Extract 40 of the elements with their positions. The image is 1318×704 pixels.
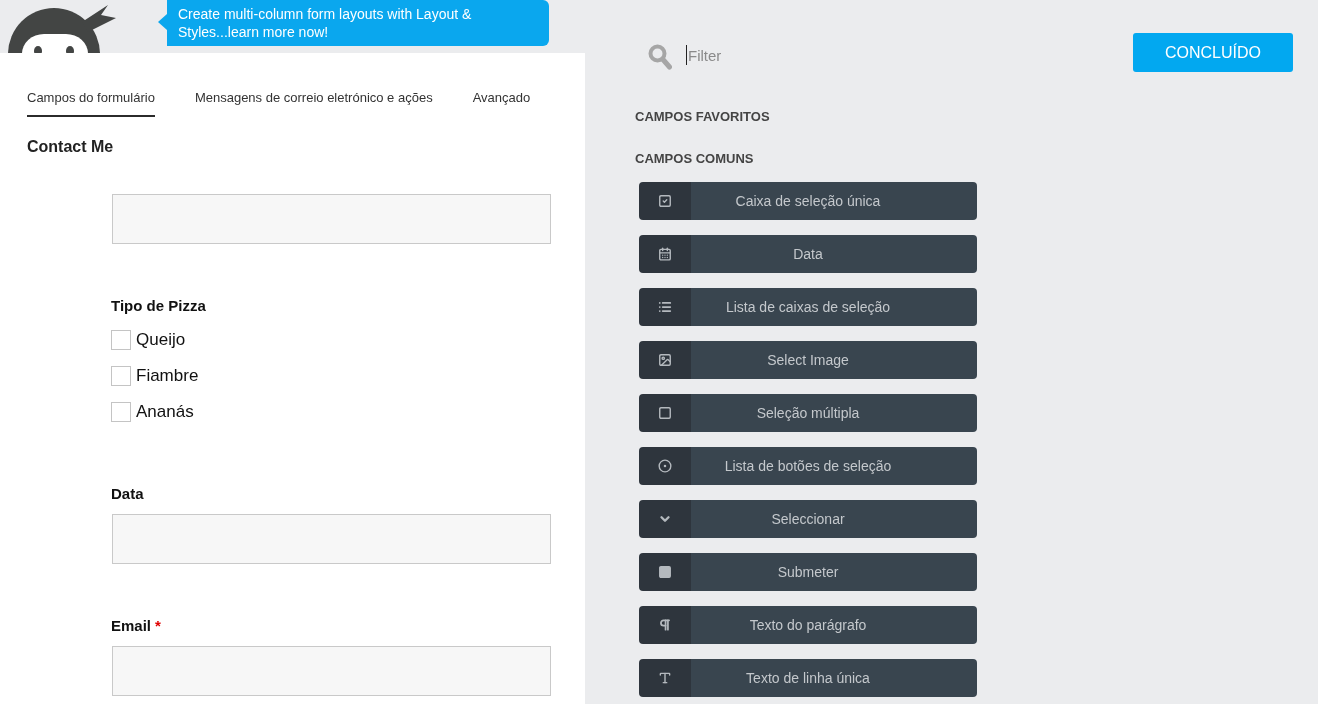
field-type-button[interactable]: Select Image	[639, 341, 977, 379]
section-heading: CAMPOS COMUNS	[635, 151, 755, 167]
text-t-icon	[658, 671, 672, 685]
field-type-button[interactable]: Lista de botões de seleção	[639, 447, 977, 485]
filter-field[interactable]: Filter	[686, 45, 1006, 65]
field-type-button[interactable]: Texto de linha única	[639, 659, 977, 697]
checkbox-label: Ananás	[136, 402, 194, 422]
tab[interactable]: Mensagens de correio eletrónico e ações	[194, 90, 433, 117]
tab[interactable]: Campos do formulário	[27, 90, 155, 117]
search-icon	[648, 44, 672, 70]
list-icon	[658, 300, 672, 314]
text-input[interactable]	[112, 646, 551, 696]
image-icon	[658, 353, 672, 367]
field-type-button[interactable]: Data	[639, 235, 977, 273]
field-label: Tipo de Pizza	[111, 297, 206, 315]
field-label: Data	[111, 485, 144, 503]
form-title: Contact Me	[27, 137, 115, 157]
field-type-button[interactable]: Lista de caixas de seleção	[639, 288, 977, 326]
square-icon	[658, 406, 672, 420]
field-type-button[interactable]: Texto do parágrafo	[639, 606, 977, 644]
checkbox[interactable]	[111, 366, 131, 386]
checkbox-tick-icon	[658, 194, 672, 208]
calendar-icon	[658, 247, 672, 261]
field-type-button[interactable]: Seleccionar	[639, 500, 977, 538]
pilcrow-icon	[658, 618, 672, 632]
field-label: Email	[111, 617, 152, 635]
text-input[interactable]	[112, 514, 551, 564]
section-heading: CAMPOS FAVORITOS	[635, 109, 771, 125]
field-type-button[interactable]: Caixa de seleção única	[639, 182, 977, 220]
required-mark: *	[155, 617, 161, 635]
checkbox[interactable]	[111, 402, 131, 422]
field-type-button[interactable]: Seleção múltipla	[639, 394, 977, 432]
tab[interactable]: Avançado	[472, 90, 531, 117]
checkbox-label: Fiambre	[136, 366, 199, 386]
field-type-button[interactable]: Submeter	[639, 553, 977, 591]
checkbox[interactable]	[111, 330, 131, 350]
circle-dot-icon	[658, 459, 672, 473]
text-input[interactable]	[112, 194, 551, 244]
filled-square-icon	[658, 565, 672, 579]
checkbox-label: Queijo	[136, 330, 186, 350]
